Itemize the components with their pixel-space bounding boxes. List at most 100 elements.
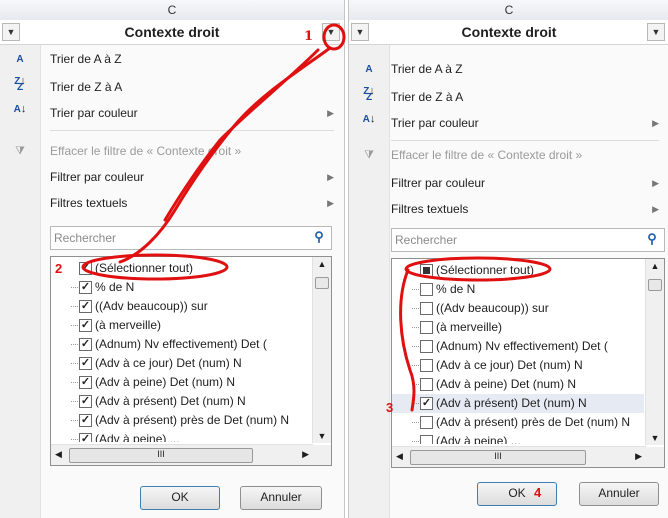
list-item[interactable]: ✓ (Adv à peine) ... [51, 430, 311, 442]
list-item[interactable]: ✓ (à merveille) [51, 316, 311, 335]
scroll-corner [646, 447, 664, 467]
chevron-right-icon: ▶ [652, 204, 659, 214]
menu-sort-az[interactable]: Trier de A à Z [391, 58, 665, 80]
list-item[interactable]: (Adv à peine) Det (num) N [392, 375, 644, 394]
search-icon[interactable]: ⚲ [311, 229, 327, 245]
cancel-button[interactable]: Annuler [579, 482, 659, 506]
search-icon[interactable]: ⚲ [644, 231, 660, 247]
list-item[interactable]: ✓ ((Adv beaucoup)) sur [51, 297, 311, 316]
checkbox[interactable]: ✓ [79, 300, 92, 313]
list-item[interactable]: ✓ (Adv à présent) Det (num) N [51, 392, 311, 411]
list-item-label: (Adnum) Nv effectivement) Det ( [436, 339, 608, 353]
scroll-right-icon[interactable]: ▶ [635, 451, 642, 462]
scroll-down-icon[interactable]: ▼ [313, 431, 331, 441]
menu-clear-filter[interactable]: Effacer le filtre de « Contexte droit » [50, 140, 340, 162]
list-item[interactable]: ✓ (Adv à ce jour) Det (num) N [51, 354, 311, 373]
checkbox[interactable] [420, 340, 433, 353]
header-cell: ▼ Contexte droit ▼ [0, 20, 344, 45]
menu-label: Effacer le filtre de « Contexte droit » [391, 148, 583, 162]
list-item-select-all[interactable]: (Sélectionner tout) [392, 261, 644, 280]
checkbox[interactable]: ✓ [79, 262, 92, 275]
checkbox[interactable] [420, 283, 433, 296]
menu-sort-by-color[interactable]: Trier par couleur ▶ [50, 102, 340, 124]
checkbox[interactable]: ✓ [79, 433, 92, 442]
scroll-thumb[interactable] [648, 279, 662, 291]
sort-za-icon: Z A↓ [13, 82, 27, 116]
search-input[interactable]: Rechercher ⚲ [391, 228, 665, 252]
header-cell: ▼ Contexte droit ▼ [349, 20, 668, 45]
vertical-scrollbar[interactable]: ▲ ▼ [645, 259, 664, 445]
menu-sort-za[interactable]: Trier de Z à A [50, 76, 340, 98]
search-input[interactable]: Rechercher ⚲ [50, 226, 332, 250]
list-item-label: % de N [436, 282, 476, 296]
menu-clear-filter[interactable]: Effacer le filtre de « Contexte droit » [391, 144, 665, 166]
checkbox[interactable] [420, 359, 433, 372]
menu-text-filters[interactable]: Filtres textuels ▶ [50, 192, 340, 214]
list-item[interactable]: (Adnum) Nv effectivement) Det ( [392, 337, 644, 356]
menu-sort-za[interactable]: Trier de Z à A [391, 86, 665, 108]
scroll-thumb[interactable] [315, 277, 329, 289]
list-item[interactable]: ((Adv beaucoup)) sur [392, 299, 644, 318]
scroll-thumb[interactable]: III [410, 450, 586, 465]
sort-az-icon: A Z↓ [14, 54, 26, 88]
checkbox[interactable] [420, 416, 433, 429]
menu-sort-by-color[interactable]: Trier par couleur ▶ [391, 112, 665, 134]
menu-sort-az[interactable]: Trier de A à Z [50, 48, 340, 70]
horizontal-scrollbar[interactable]: ◀ III ▶ [392, 446, 646, 467]
list-item-label: (Adv à peine) ... [95, 432, 180, 442]
filter-menu-before: C ▼ Contexte droit ▼ A Z↓ Trier de A à Z … [0, 0, 345, 518]
checkbox[interactable] [420, 321, 433, 334]
list-item-label: (Adv à présent) Det (num) N [95, 394, 246, 408]
checkbox[interactable]: ✓ [79, 414, 92, 427]
list-item[interactable]: ✓ (Adv à présent) près de Det (num) N [51, 411, 311, 430]
scroll-left-icon[interactable]: ◀ [55, 449, 62, 460]
list-item[interactable]: (à merveille) [392, 318, 644, 337]
list-item[interactable]: (Adv à ce jour) Det (num) N [392, 356, 644, 375]
chevron-down-icon[interactable]: ▼ [2, 23, 20, 41]
checkbox[interactable] [420, 378, 433, 391]
checkbox[interactable]: ✓ [420, 397, 433, 410]
list-item-label: (Adv à présent) Det (num) N [436, 396, 587, 410]
list-item[interactable]: % de N [392, 280, 644, 299]
list-item[interactable]: (Adv à présent) près de Det (num) N [392, 413, 644, 432]
list-item[interactable]: (Adv à peine) ... [392, 432, 644, 444]
value-list[interactable]: ✓ (Sélectionner tout) ✓% de N ✓ ((Adv beau… [50, 256, 332, 466]
column-header-c[interactable]: C [349, 0, 668, 21]
vertical-scrollbar[interactable]: ▲ ▼ [312, 257, 331, 443]
checkbox[interactable] [420, 302, 433, 315]
list-item[interactable]: ✓ (Adv à peine) Det (num) N [51, 373, 311, 392]
scroll-up-icon[interactable]: ▲ [646, 261, 664, 271]
checkbox[interactable]: ✓ [79, 357, 92, 370]
checkbox[interactable]: ✓ [79, 338, 92, 351]
horizontal-scrollbar[interactable]: ◀ III ▶ [51, 444, 313, 465]
filter-dropdown-button[interactable]: ▼ [322, 23, 340, 41]
list-item[interactable]: ✓% de N [51, 278, 311, 297]
scroll-corner [313, 445, 331, 465]
sort-az-icon: A Z↓ [363, 64, 375, 98]
cancel-button[interactable]: Annuler [240, 486, 322, 510]
checkbox[interactable] [420, 264, 433, 277]
ok-button[interactable]: OK [477, 482, 557, 506]
checkbox[interactable]: ✓ [79, 281, 92, 294]
scroll-left-icon[interactable]: ◀ [396, 451, 403, 462]
checkbox[interactable] [420, 435, 433, 444]
column-header-c[interactable]: C [0, 0, 344, 21]
list-item-select-all[interactable]: ✓ (Sélectionner tout) [51, 259, 311, 278]
checkbox[interactable]: ✓ [79, 376, 92, 389]
value-list[interactable]: (Sélectionner tout) % de N ((Adv beaucou… [391, 258, 665, 468]
checkbox[interactable]: ✓ [79, 395, 92, 408]
list-item[interactable]: ✓ (Adnum) Nv effectivement) Det ( [51, 335, 311, 354]
menu-text-filters[interactable]: Filtres textuels ▶ [391, 198, 665, 220]
menu-filter-by-color[interactable]: Filtrer par couleur ▶ [391, 172, 665, 194]
scroll-down-icon[interactable]: ▼ [646, 433, 664, 443]
scroll-right-icon[interactable]: ▶ [302, 449, 309, 460]
checkbox[interactable]: ✓ [79, 319, 92, 332]
list-item-selected[interactable]: ✓ (Adv à présent) Det (num) N [392, 394, 644, 413]
chevron-right-icon: ▶ [652, 178, 659, 188]
menu-filter-by-color[interactable]: Filtrer par couleur ▶ [50, 166, 340, 188]
scroll-thumb[interactable]: III [69, 448, 253, 463]
chevron-down-icon[interactable]: ▼ [351, 23, 369, 41]
ok-button[interactable]: OK [140, 486, 220, 510]
scroll-up-icon[interactable]: ▲ [313, 259, 331, 269]
filter-dropdown-button[interactable]: ▼ [647, 23, 665, 41]
